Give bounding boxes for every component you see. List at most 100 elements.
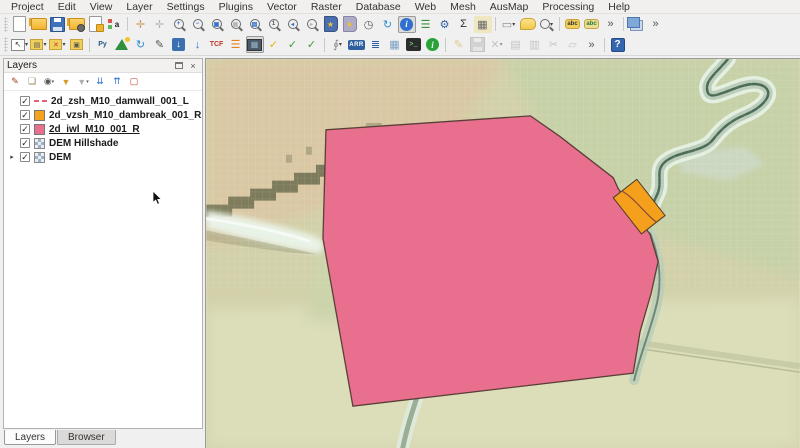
filter-legend-button[interactable]: ▼▾ (58, 74, 74, 89)
menu-database[interactable]: Database (349, 1, 408, 13)
save-edits-button[interactable]: ▾ (469, 36, 487, 53)
layer-checkbox[interactable]: ✓ (20, 110, 30, 120)
select-features-button[interactable]: ↖▾ (11, 36, 29, 53)
layer-item[interactable]: ▸ ✓ 2d_iwl_M10_001_R (4, 122, 202, 136)
tuflow-console-button[interactable]: >_▾ (405, 36, 423, 53)
open-project-button[interactable]: ▾ (30, 16, 48, 33)
menu-vector[interactable]: Vector (260, 1, 304, 13)
tuflow-check-button[interactable]: ✓▾ (265, 36, 283, 53)
menu-mesh[interactable]: Mesh (443, 1, 483, 13)
new-bookmark-button[interactable]: ▾ (322, 16, 340, 33)
zoom-last-button[interactable]: ◂▾ (284, 16, 302, 33)
run-info-button[interactable]: i▾ (424, 36, 442, 53)
add-group-button[interactable]: ❏▾ (24, 74, 40, 89)
remove-layer-button[interactable]: ▢▾ (126, 74, 142, 89)
select-by-value-button[interactable]: ▤▾ (30, 36, 48, 53)
layer-checkbox[interactable]: ✓ (20, 138, 30, 148)
import-file-button[interactable]: ↓▾ (189, 36, 207, 53)
zoom-in-button[interactable]: +▾ (170, 16, 188, 33)
temporal-controller-button[interactable]: ◷▾ (360, 16, 378, 33)
vertex-tool-button[interactable]: ✕▾ (488, 36, 506, 53)
layer-checkbox[interactable]: ✓ (20, 96, 30, 106)
mesh-tool-button[interactable]: ▦▾ (386, 36, 404, 53)
layer-item[interactable]: ▸ ✓ DEM Hillshade (4, 136, 202, 150)
collapse-all-button[interactable]: ⇈▾ (109, 74, 125, 89)
zoom-to-layer-button[interactable]: ▤▾ (246, 16, 264, 33)
manage-map-themes-button[interactable]: ◉▾ (41, 74, 57, 89)
menu-view[interactable]: View (83, 1, 120, 13)
zoom-next-button[interactable]: ▸▾ (303, 16, 321, 33)
show-bookmarks-button[interactable]: ▾ (341, 16, 359, 33)
menu-layer[interactable]: Layer (119, 1, 159, 13)
toolbar-overflow-button-2[interactable]: »▾ (647, 16, 665, 33)
modify-attributes-button[interactable]: ▤▾ (507, 36, 525, 53)
zoom-native-button[interactable]: 1▾ (265, 16, 283, 33)
check-1d-button[interactable]: ✓▾ (303, 36, 321, 53)
open-layer-styling-button[interactable]: ✎▾ (7, 74, 23, 89)
deselect-features-button[interactable]: ✕▾ (49, 36, 67, 53)
identify-features-button[interactable]: i▾ (398, 16, 416, 33)
zoom-to-selection-button[interactable]: ▣▾ (227, 16, 245, 33)
menu-ausmap[interactable]: AusMap (483, 1, 536, 13)
close-panel-button[interactable]: × (187, 60, 199, 71)
delete-selected-button[interactable]: ▥▾ (526, 36, 544, 53)
new-project-button[interactable]: ▾ (11, 16, 29, 33)
menu-help[interactable]: Help (601, 1, 637, 13)
duplicate-layer-button[interactable]: ▾ (628, 16, 646, 33)
show-statistics-button[interactable]: Σ▾ (455, 16, 473, 33)
expand-all-button[interactable]: ⇊▾ (92, 74, 108, 89)
select-by-location-button[interactable]: ▣▾ (68, 36, 86, 53)
menu-settings[interactable]: Settings (160, 1, 212, 13)
paste-features-button[interactable]: ▱▾ (564, 36, 582, 53)
tab-browser[interactable]: Browser (57, 430, 116, 445)
menu-web[interactable]: Web (408, 1, 443, 13)
help-button[interactable]: ?▾ (609, 36, 627, 53)
tcf-tool-button[interactable]: TCF▾ (208, 36, 226, 53)
qgis-check-button[interactable]: ✓▾ (284, 36, 302, 53)
tuflow-terrain-button[interactable]: ▾ (113, 36, 131, 53)
toolbar-overflow-button-1[interactable]: »▾ (602, 16, 620, 33)
zoom-out-button[interactable]: −▾ (189, 16, 207, 33)
processing-toolbox-button[interactable]: ⚙▾ (436, 16, 454, 33)
statistical-summary-button[interactable]: ☰▾ (417, 16, 435, 33)
style-manager-button[interactable]: a▾ (106, 16, 124, 33)
pan-to-selection-button[interactable]: ✛▾ (151, 16, 169, 33)
increment-layer-button[interactable]: ☰▾ (227, 36, 245, 53)
menu-plugins[interactable]: Plugins (212, 1, 260, 13)
menu-processing[interactable]: Processing (535, 1, 601, 13)
map-tips-button[interactable]: ▾ (519, 16, 537, 33)
measure-line-button[interactable]: ▭▾ (500, 16, 518, 33)
attach-file-button[interactable]: ∮▾ (329, 36, 347, 53)
refresh-map-button[interactable]: ↻▾ (379, 16, 397, 33)
layer-item[interactable]: ▸ ✓ 2d_zsh_M10_damwall_001_L (4, 94, 202, 108)
layer-labeling-button[interactable]: abc▾ (564, 16, 582, 33)
pan-map-button[interactable]: ✛▾ (132, 16, 150, 33)
menu-raster[interactable]: Raster (304, 1, 349, 13)
layer-checkbox[interactable]: ✓ (20, 124, 30, 134)
cut-features-button[interactable]: ✂▾ (545, 36, 563, 53)
expand-icon[interactable]: ▸ (8, 153, 16, 161)
save-project-button[interactable]: ▾ (49, 16, 67, 33)
layer-item[interactable]: ▸ ✓ 2d_vzsh_M10_dambreak_001_R (4, 108, 202, 122)
float-panel-button[interactable] (173, 60, 185, 71)
layout-manager-button[interactable]: ▾ (87, 16, 105, 33)
map-image-button[interactable]: ▦▾ (246, 36, 264, 53)
layer-diagram-button[interactable]: abc▾ (583, 16, 601, 33)
menu-edit[interactable]: Edit (51, 1, 83, 13)
save-project-as-button[interactable]: ▾ (68, 16, 86, 33)
zoom-full-button[interactable]: ▣▾ (208, 16, 226, 33)
python-console-button[interactable]: Py▾ (94, 36, 112, 53)
toolbar-overflow-button-3[interactable]: »▾ (583, 36, 601, 53)
layer-item[interactable]: ▸ ✓ DEM (4, 150, 202, 164)
zoom-to-raster-button[interactable]: ▾ (538, 16, 556, 33)
import-layer-button[interactable]: ↓▾ (170, 36, 188, 53)
arr-tool-button[interactable]: ARR▾ (348, 36, 366, 53)
map-canvas[interactable] (205, 58, 800, 448)
toggle-editing-button[interactable]: ✎▾ (450, 36, 468, 53)
multi-pages-button[interactable]: ≣▾ (367, 36, 385, 53)
layer-checkbox[interactable]: ✓ (20, 152, 30, 162)
tuflow-style-button[interactable]: ✎▾ (151, 36, 169, 53)
field-calculator-button[interactable]: ▦▾ (474, 16, 492, 33)
tuflow-refresh-button[interactable]: ↻▾ (132, 36, 150, 53)
tab-layers[interactable]: Layers (4, 430, 56, 445)
